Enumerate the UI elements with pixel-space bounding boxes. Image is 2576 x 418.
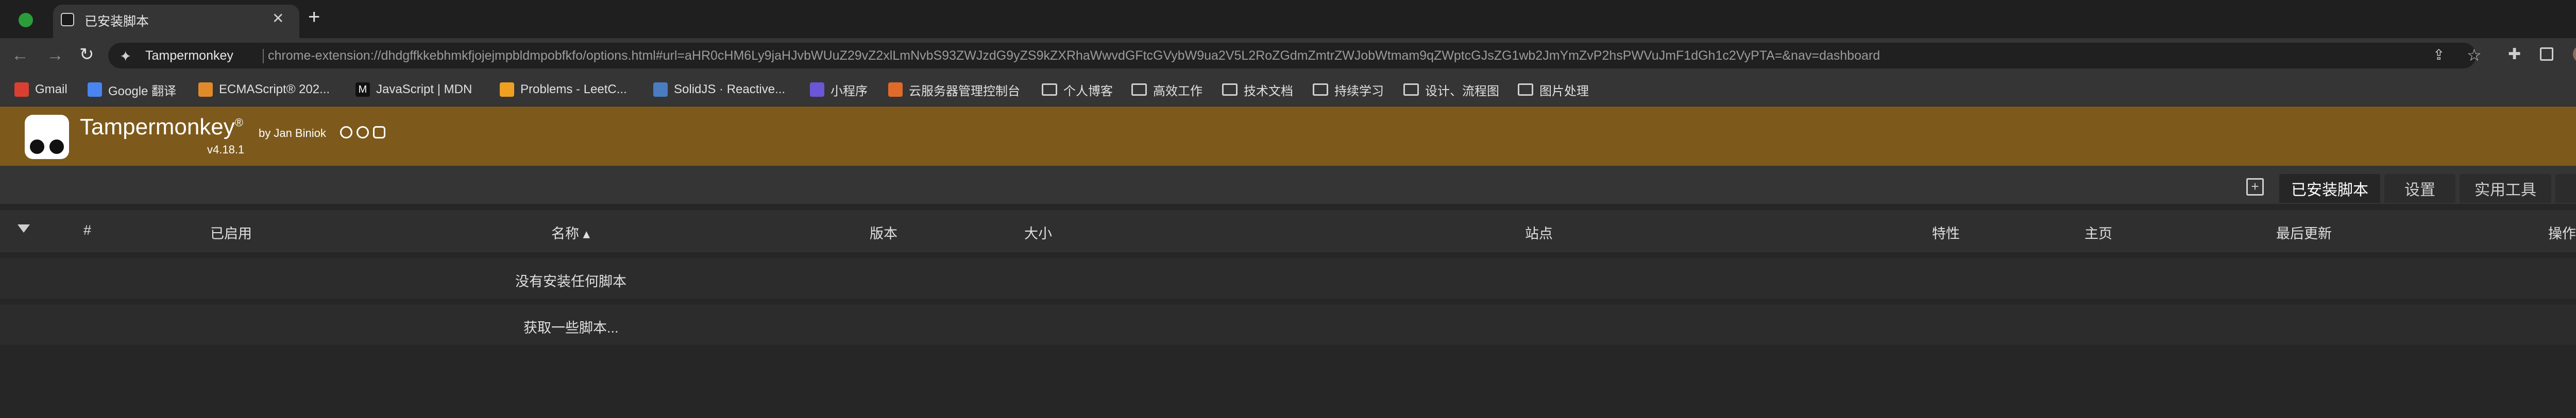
- table-row: [0, 302, 2576, 345]
- extension-puzzle-icon: ✦: [120, 48, 132, 64]
- bookmark-star-icon[interactable]: ☆: [2467, 45, 2482, 65]
- bookmark-leetcode[interactable]: Problems - LeetC...: [500, 80, 627, 99]
- tab-close-icon[interactable]: ✕: [272, 10, 284, 27]
- column-header-size[interactable]: 大小: [1024, 222, 1052, 242]
- folder-icon: [1131, 83, 1147, 96]
- bookmark-label: JavaScript | MDN: [376, 82, 472, 96]
- registered-mark: ®: [234, 116, 243, 129]
- bookmark-label: 小程序: [831, 84, 868, 98]
- bookmark-folder-tech-docs[interactable]: 技术文档: [1222, 80, 1293, 99]
- mini-program-icon: [810, 82, 824, 97]
- bookmark-mini-program[interactable]: 小程序: [810, 80, 868, 99]
- column-header-homepage[interactable]: 主页: [2084, 222, 2112, 242]
- bookmark-label: Google 翻译: [108, 84, 177, 98]
- tab-search-icon[interactable]: [19, 13, 33, 27]
- column-header-name[interactable]: 名称 ▴: [551, 222, 590, 242]
- reload-icon[interactable]: ↻: [79, 44, 94, 65]
- get-scripts-link[interactable]: 获取一些脚本...: [523, 317, 619, 337]
- bookmark-ecmascript[interactable]: ECMAScript® 202...: [198, 80, 330, 99]
- new-script-plus-icon[interactable]: +: [2246, 178, 2264, 196]
- bookmark-label: SolidJS · Reactive...: [674, 82, 786, 96]
- author-credit: by Jan Biniok: [259, 127, 326, 140]
- tampermonkey-logo: [25, 115, 69, 159]
- empty-scripts-message: 没有安装任何脚本: [515, 274, 626, 289]
- bookmark-label: 技术文档: [1244, 84, 1293, 98]
- column-header-features[interactable]: 特性: [1932, 222, 1960, 242]
- bookmark-label: 图片处理: [1539, 84, 1589, 98]
- folder-icon: [1518, 83, 1533, 96]
- tampermonkey-favicon: [61, 13, 74, 26]
- column-header-version[interactable]: 版本: [870, 222, 897, 242]
- tab-utilities[interactable]: 实用工具: [2460, 174, 2551, 203]
- folder-icon: [1313, 83, 1328, 96]
- gmail-icon: [14, 82, 29, 97]
- share-icon[interactable]: ⇪: [2433, 46, 2445, 63]
- bookmark-mdn[interactable]: M JavaScript | MDN: [355, 80, 472, 99]
- facebook-icon[interactable]: [357, 126, 369, 138]
- browser-tab-strip: [0, 0, 2576, 38]
- back-arrow-icon[interactable]: ←: [11, 45, 29, 65]
- bookmark-folder-design[interactable]: 设计、流程图: [1403, 80, 1499, 99]
- bookmark-label: ECMAScript® 202...: [219, 82, 330, 96]
- side-panel-icon[interactable]: [2540, 47, 2553, 61]
- column-header-enabled[interactable]: 已启用: [210, 222, 252, 242]
- bookmark-cloud-console[interactable]: 云服务器管理控制台: [888, 80, 1020, 99]
- bookmark-label: 持续学习: [1334, 84, 1384, 98]
- column-header-number: #: [83, 222, 92, 238]
- site-chip: Tampermonkey: [145, 48, 233, 63]
- table-row: [0, 255, 2576, 299]
- bookmark-google-translate[interactable]: Google 翻译: [88, 80, 176, 99]
- app-name: Tampermonkey®: [80, 114, 243, 140]
- bookmark-folder-learning[interactable]: 持续学习: [1313, 80, 1384, 99]
- forward-arrow-icon[interactable]: →: [46, 45, 64, 65]
- tampermonkey-nav: [0, 166, 2576, 204]
- url-divider: [263, 49, 264, 63]
- bookmark-gmail[interactable]: Gmail: [14, 80, 67, 99]
- translate-icon: [88, 82, 102, 97]
- ecmascript-icon: [198, 82, 213, 97]
- instagram-icon[interactable]: [373, 126, 385, 138]
- bookmark-solidjs[interactable]: SolidJS · Reactive...: [653, 80, 785, 99]
- github-icon[interactable]: [340, 126, 352, 138]
- filter-icon[interactable]: [18, 224, 30, 233]
- folder-icon: [1222, 83, 1238, 96]
- bookmark-label: Problems - LeetC...: [520, 82, 627, 96]
- bookmark-label: 设计、流程图: [1425, 84, 1499, 98]
- column-header-actions: 操作: [2548, 226, 2576, 241]
- column-header-sites[interactable]: 站点: [1525, 222, 1553, 242]
- bookmark-folder-images[interactable]: 图片处理: [1518, 80, 1589, 99]
- bookmark-label: 云服务器管理控制台: [909, 84, 1020, 98]
- version-label: v4.18.1: [207, 143, 245, 156]
- bookmark-folder-efficiency[interactable]: 高效工作: [1131, 80, 1202, 99]
- new-tab-plus-icon[interactable]: +: [308, 6, 320, 29]
- scripts-table-header: [0, 210, 2576, 252]
- solidjs-icon: [653, 82, 668, 97]
- folder-icon: [1042, 83, 1057, 96]
- bookmark-label: 个人博客: [1063, 84, 1113, 98]
- folder-icon: [1403, 83, 1419, 96]
- extensions-icon[interactable]: ✚: [2508, 45, 2521, 63]
- leetcode-icon: [500, 82, 514, 97]
- tampermonkey-header: [0, 107, 2576, 166]
- tab-installed-scripts[interactable]: 已安装脚本: [2279, 174, 2380, 203]
- mdn-icon: M: [355, 82, 370, 97]
- tab-settings[interactable]: 设置: [2384, 174, 2455, 203]
- bookmark-label: Gmail: [35, 82, 67, 96]
- tab-help[interactable]: 帮助: [2555, 174, 2576, 203]
- bookmark-label: 高效工作: [1153, 84, 1202, 98]
- url-text[interactable]: chrome-extension://dhdgffkkebhmkfjojejmp…: [268, 48, 2030, 63]
- tab-title: 已安装脚本: [84, 14, 149, 29]
- cloud-console-icon: [888, 82, 903, 97]
- column-header-last-updated[interactable]: 最后更新: [2276, 222, 2332, 242]
- bookmark-folder-blog[interactable]: 个人博客: [1042, 80, 1113, 99]
